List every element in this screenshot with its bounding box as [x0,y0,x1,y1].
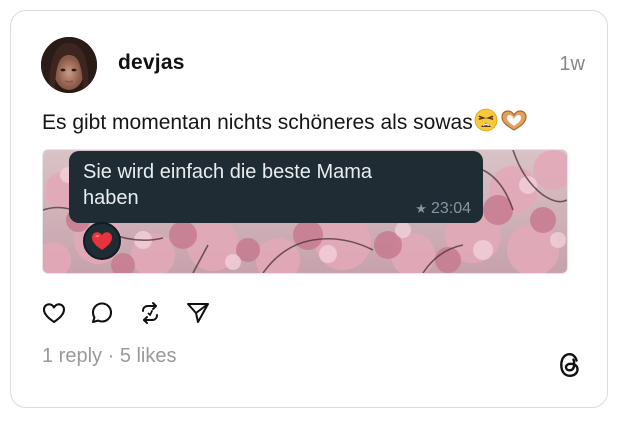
avatar[interactable] [41,37,97,93]
share-button[interactable] [185,300,211,326]
post-timestamp: 1w [559,53,585,75]
threads-logo-icon[interactable] [557,351,583,379]
comment-icon [91,302,113,324]
reply-button[interactable] [89,300,115,326]
send-icon [187,303,209,323]
likes-count[interactable]: 5 likes [120,345,177,367]
post-text: Es gibt momentan nichts schöneres als so… [42,108,529,138]
post-stats: 1 reply · 5 likes [42,345,177,368]
username[interactable]: devjas [118,51,185,75]
repost-icon [142,302,158,324]
weary-face-icon [474,108,498,138]
heart-hands-icon [499,108,529,138]
replies-count[interactable]: 1 reply [42,345,102,367]
stats-separator: · [102,345,120,367]
chat-message-text: Sie wird einfach die beste Mama haben [83,161,373,209]
heart-icon [42,303,66,324]
post-image[interactable]: Sie wird einfach die beste Mama haben ★ 2… [42,149,568,274]
chat-message-bubble: Sie wird einfach die beste Mama haben ★ 2… [69,151,483,223]
like-button[interactable] [41,300,67,326]
chat-message-time: ★ 23:04 [415,200,471,218]
heart-reaction-icon [83,222,121,260]
chat-message-time-text: 23:04 [430,200,471,217]
repost-button[interactable] [137,300,163,326]
star-icon: ★ [415,201,427,216]
post-card: devjas 1w Es gibt momentan nichts schöne… [10,10,608,408]
post-text-content: Es gibt momentan nichts schöneres als so… [42,111,473,134]
